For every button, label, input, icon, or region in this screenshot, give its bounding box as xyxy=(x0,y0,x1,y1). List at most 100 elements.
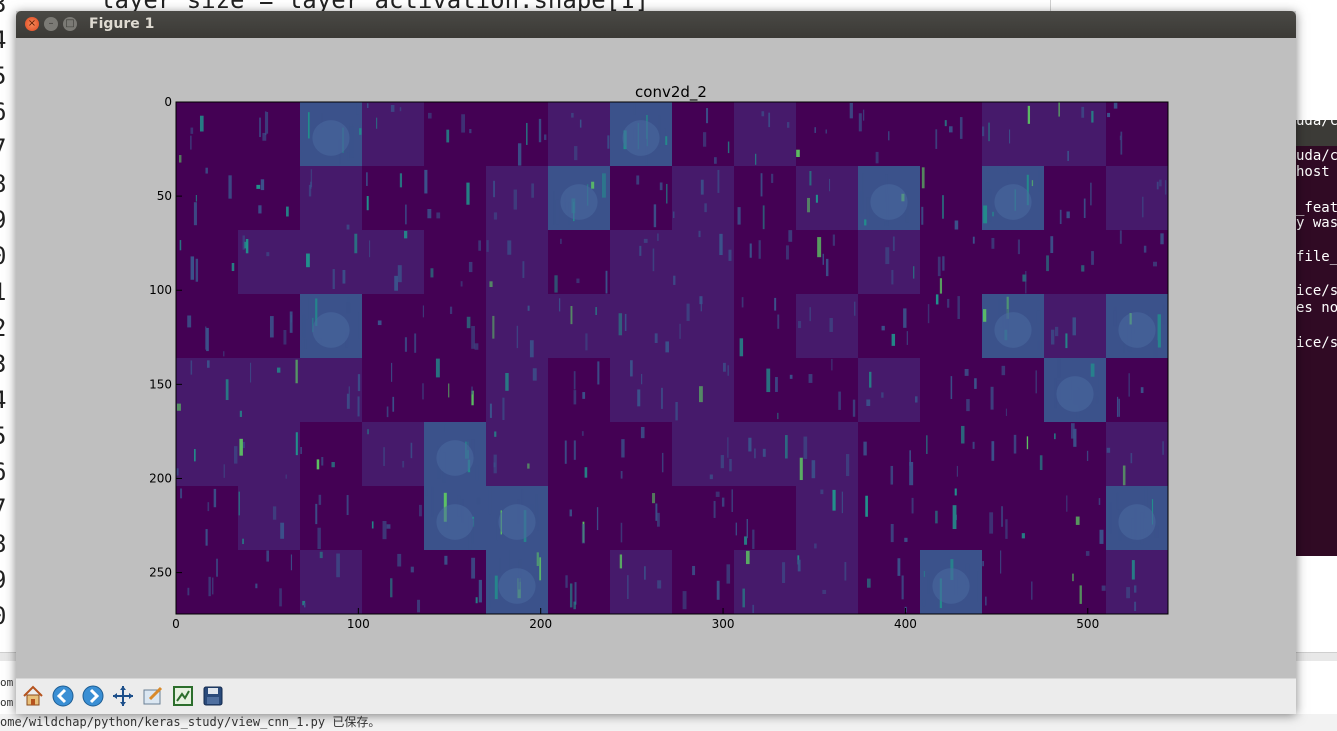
feature-map-tile xyxy=(424,550,487,614)
activation-streak xyxy=(832,234,835,246)
activation-streak xyxy=(295,359,298,384)
activation-streak xyxy=(597,361,600,385)
activation-streak xyxy=(785,245,789,260)
activation-streak xyxy=(796,149,800,158)
feature-map-tile xyxy=(1044,230,1107,295)
activation-streak xyxy=(207,360,210,368)
activation-streak xyxy=(1079,585,1082,604)
configure-subplots-button[interactable] xyxy=(170,683,195,708)
forward-button[interactable] xyxy=(80,683,105,708)
activation-streak xyxy=(527,305,530,311)
activation-streak xyxy=(972,441,975,449)
feature-map-tile xyxy=(300,358,363,423)
activation-streak xyxy=(947,298,950,308)
activation-streak xyxy=(844,562,847,581)
activation-streak xyxy=(1001,506,1004,527)
activation-streak xyxy=(319,551,323,559)
y-tick-label: 0 xyxy=(164,95,172,109)
close-button[interactable]: × xyxy=(25,17,39,31)
pan-button[interactable] xyxy=(110,683,135,708)
activation-streak xyxy=(417,599,421,613)
activation-streak xyxy=(488,486,492,515)
activation-streak xyxy=(657,233,659,241)
cat-face-activation xyxy=(870,184,908,220)
activation-streak xyxy=(371,521,374,529)
line-number: 3 xyxy=(0,346,6,382)
feature-map-tile xyxy=(920,166,983,231)
home-button[interactable] xyxy=(20,683,45,708)
activation-streak xyxy=(731,489,733,512)
activation-streak xyxy=(390,578,393,598)
figure-window[interactable]: × – □ Figure 1 conv2d_2 0 100 200 300 400 500… xyxy=(16,11,1296,714)
activation-streak xyxy=(295,432,298,456)
minimize-button[interactable]: – xyxy=(44,17,58,31)
activation-streak xyxy=(911,497,914,514)
x-tick-label: 400 xyxy=(894,617,917,631)
activation-streak xyxy=(346,495,349,516)
figure-canvas[interactable]: conv2d_2 0 100 200 300 400 500 0 50 100 150 200 25… xyxy=(16,38,1296,678)
activation-streak xyxy=(179,240,182,251)
zoom-button[interactable] xyxy=(140,683,165,708)
activation-streak xyxy=(862,109,865,121)
activation-streak xyxy=(321,456,324,466)
activation-streak xyxy=(410,566,414,573)
y-tick-label: 150 xyxy=(149,377,172,391)
activation-streak xyxy=(829,317,833,332)
activation-streak xyxy=(1154,525,1159,538)
activation-streak xyxy=(176,468,179,476)
activation-streak xyxy=(242,538,244,545)
activation-streak xyxy=(841,491,843,514)
activation-streak xyxy=(1153,340,1158,358)
terminal-window[interactable]: latfodleryuda/cuda/chost_featy wasfile_i… xyxy=(1296,120,1337,556)
activation-streak xyxy=(927,573,930,594)
activation-streak xyxy=(315,503,318,525)
save-button[interactable] xyxy=(200,683,225,708)
feature-map-tile xyxy=(734,102,797,167)
activation-streak xyxy=(713,500,716,518)
activation-streak xyxy=(655,503,658,521)
activation-streak xyxy=(507,240,512,255)
activation-streak xyxy=(585,333,588,351)
activation-streak xyxy=(359,128,362,135)
activation-streak xyxy=(1059,209,1062,225)
activation-streak xyxy=(706,108,709,124)
activation-streak xyxy=(814,127,816,133)
activation-streak xyxy=(425,490,428,496)
activation-streak xyxy=(399,173,403,188)
activation-streak xyxy=(305,297,309,320)
activation-streak xyxy=(679,323,681,339)
activation-streak xyxy=(716,580,720,600)
maximize-button[interactable]: □ xyxy=(63,17,77,31)
cat-face-activation xyxy=(622,120,660,156)
activation-streak xyxy=(1026,436,1029,450)
activation-streak xyxy=(468,261,473,273)
terminal-line: file_ xyxy=(1296,249,1337,265)
activation-streak xyxy=(427,208,432,219)
navigation-toolbar xyxy=(16,678,1296,714)
activation-streak xyxy=(774,297,777,311)
activation-streak xyxy=(493,462,496,468)
cat-face-activation xyxy=(994,312,1032,348)
activation-streak xyxy=(948,126,953,133)
feature-map-tile xyxy=(548,422,611,487)
window-titlebar[interactable]: × – □ Figure 1 xyxy=(16,11,1296,38)
feature-map-tile xyxy=(548,102,611,167)
activation-streak xyxy=(582,392,586,399)
line-number: 4 xyxy=(0,22,6,58)
activation-streak xyxy=(553,191,555,225)
activation-streak xyxy=(906,331,908,345)
activation-streak xyxy=(966,399,970,412)
feature-map-tile xyxy=(796,486,859,551)
activation-streak xyxy=(176,403,181,411)
feature-map-tile xyxy=(610,230,673,295)
activation-streak xyxy=(1030,581,1033,600)
activation-streak xyxy=(505,373,509,391)
activation-streak xyxy=(639,245,642,256)
activation-streak xyxy=(1066,211,1070,219)
activation-streak xyxy=(206,327,209,352)
activation-streak xyxy=(897,558,901,576)
line-number-gutter: 345678901234567890 xyxy=(0,0,14,650)
activation-streak xyxy=(404,230,408,239)
activation-streak xyxy=(700,300,702,312)
back-button[interactable] xyxy=(50,683,75,708)
